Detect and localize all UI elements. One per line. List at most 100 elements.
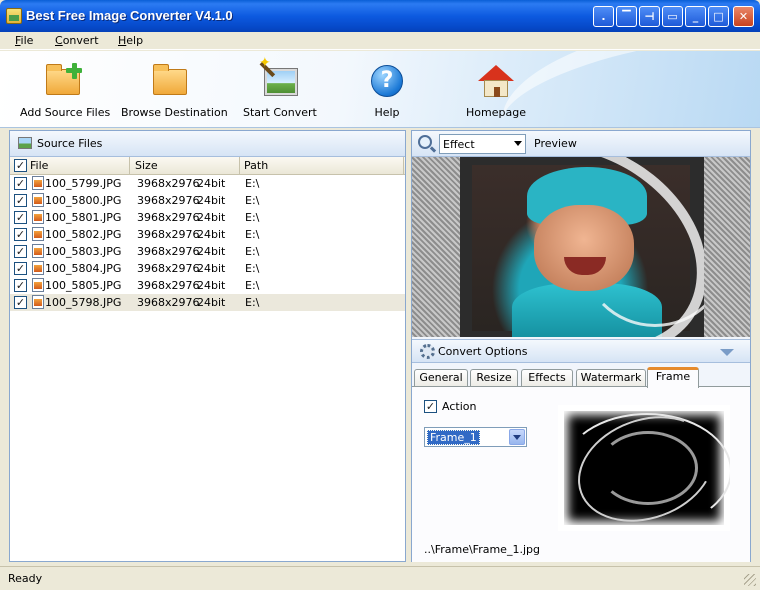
file-depth: 24bit bbox=[197, 177, 226, 190]
menu-bar: File Convert Help bbox=[0, 32, 760, 50]
menu-help[interactable]: Help bbox=[118, 34, 143, 47]
row-checkbox[interactable]: ✓ bbox=[14, 177, 27, 190]
file-row[interactable]: ✓ 100_5804.JPG 3968x2976 24bit E:\ bbox=[10, 260, 405, 277]
file-name: 100_5799.JPG bbox=[45, 177, 122, 190]
file-path: E:\ bbox=[245, 245, 260, 258]
tray-icon[interactable]: ⊣ bbox=[639, 6, 660, 27]
dropdown-arrow-icon[interactable] bbox=[509, 429, 525, 445]
title-bar: Best Free Image Converter V4.1.0 . ▔ ⊣ ▭… bbox=[0, 0, 760, 32]
file-depth: 24bit bbox=[197, 194, 226, 207]
maximize-button[interactable]: □ bbox=[708, 6, 729, 27]
magic-wand-picture-icon: ✦ bbox=[259, 55, 299, 99]
frame-thumbnail bbox=[558, 405, 730, 531]
row-checkbox[interactable]: ✓ bbox=[14, 279, 27, 292]
column-size[interactable]: Size bbox=[135, 159, 158, 172]
select-all-checkbox[interactable]: ✓ bbox=[14, 159, 27, 172]
file-depth: 24bit bbox=[197, 245, 226, 258]
tab-watermark[interactable]: Watermark bbox=[576, 369, 646, 387]
row-checkbox[interactable]: ✓ bbox=[14, 296, 27, 309]
file-path: E:\ bbox=[245, 228, 260, 241]
effect-dropdown-value: Effect bbox=[443, 138, 475, 151]
preview-area bbox=[412, 157, 750, 337]
file-depth: 24bit bbox=[197, 296, 226, 309]
toolbar: Add Source Files Browse Destination ✦ St… bbox=[0, 51, 760, 128]
file-row-selected[interactable]: ✓ 100_5798.JPG 3968x2976 24bit E:\ bbox=[10, 294, 405, 311]
action-checkbox[interactable]: ✓ bbox=[424, 400, 437, 413]
file-depth: 24bit bbox=[197, 262, 226, 275]
file-depth: 24bit bbox=[197, 279, 226, 292]
effect-dropdown[interactable]: Effect bbox=[439, 134, 526, 154]
window-title: Best Free Image Converter V4.1.0 bbox=[26, 8, 233, 23]
menu-convert[interactable]: Convert bbox=[55, 34, 99, 47]
file-name: 100_5801.JPG bbox=[45, 211, 122, 224]
help-button[interactable]: ? Help bbox=[362, 51, 412, 127]
browse-destination-label: Browse Destination bbox=[121, 106, 228, 119]
add-source-files-button[interactable]: Add Source Files bbox=[20, 51, 110, 127]
convert-options-header[interactable]: Convert Options bbox=[412, 339, 750, 363]
row-checkbox[interactable]: ✓ bbox=[14, 245, 27, 258]
file-name: 100_5802.JPG bbox=[45, 228, 122, 241]
column-divider[interactable] bbox=[129, 157, 130, 175]
file-row[interactable]: ✓ 100_5802.JPG 3968x2976 24bit E:\ bbox=[10, 226, 405, 243]
homepage-button[interactable]: Homepage bbox=[466, 51, 526, 127]
row-checkbox[interactable]: ✓ bbox=[14, 262, 27, 275]
resize-grip-icon[interactable] bbox=[744, 574, 756, 586]
file-row[interactable]: ✓ 100_5799.JPG 3968x2976 24bit E:\ bbox=[10, 175, 405, 192]
folder-icon bbox=[153, 63, 189, 99]
file-row[interactable]: ✓ 100_5801.JPG 3968x2976 24bit E:\ bbox=[10, 209, 405, 226]
frame-file-path: ..\Frame\Frame_1.jpg bbox=[424, 543, 540, 556]
column-file[interactable]: File bbox=[30, 159, 48, 172]
help-question-icon[interactable]: . bbox=[593, 6, 614, 27]
jpg-file-icon bbox=[32, 176, 44, 190]
file-name: 100_5803.JPG bbox=[45, 245, 122, 258]
source-files-title: Source Files bbox=[37, 137, 103, 150]
frame-dropdown[interactable]: Frame_1 bbox=[424, 427, 527, 447]
collapse-chevron-icon[interactable] bbox=[720, 349, 734, 356]
image-icon bbox=[18, 137, 32, 149]
compact-mode-icon[interactable]: ▭ bbox=[662, 6, 683, 27]
add-folder-icon bbox=[46, 63, 82, 99]
file-name: 100_5800.JPG bbox=[45, 194, 122, 207]
status-text: Ready bbox=[8, 572, 43, 585]
start-convert-button[interactable]: ✦ Start Convert bbox=[243, 51, 317, 127]
column-divider[interactable] bbox=[239, 157, 240, 175]
file-size: 3968x2976 bbox=[137, 228, 200, 241]
menu-convert-label: onvert bbox=[62, 34, 99, 47]
status-bar: Ready bbox=[0, 566, 760, 590]
tab-resize[interactable]: Resize bbox=[470, 369, 518, 387]
frame-tab-content: ✓ Action Frame_1 ..\Frame\Frame_1.jpg bbox=[412, 386, 750, 562]
file-size: 3968x2976 bbox=[137, 279, 200, 292]
file-row[interactable]: ✓ 100_5800.JPG 3968x2976 24bit E:\ bbox=[10, 192, 405, 209]
source-files-panel: Source Files ✓ File Size Path ✓ 100_5799… bbox=[9, 130, 406, 562]
minimize-button[interactable]: _ bbox=[685, 6, 706, 27]
tab-frame[interactable]: Frame bbox=[647, 367, 699, 388]
browse-destination-button[interactable]: Browse Destination bbox=[121, 51, 228, 127]
file-name: 100_5804.JPG bbox=[45, 262, 122, 275]
column-path[interactable]: Path bbox=[244, 159, 268, 172]
file-path: E:\ bbox=[245, 296, 260, 309]
row-checkbox[interactable]: ✓ bbox=[14, 211, 27, 224]
file-path: E:\ bbox=[245, 279, 260, 292]
tab-general[interactable]: General bbox=[414, 369, 468, 387]
jpg-file-icon bbox=[32, 278, 44, 292]
preview-options-panel: Effect Preview Convert Options General R… bbox=[411, 130, 751, 562]
tab-effects[interactable]: Effects bbox=[521, 369, 573, 387]
menu-help-label: elp bbox=[126, 34, 144, 47]
menu-file-label: ile bbox=[20, 34, 34, 47]
jpg-file-icon bbox=[32, 210, 44, 224]
home-icon bbox=[478, 63, 514, 99]
file-depth: 24bit bbox=[197, 211, 226, 224]
file-row[interactable]: ✓ 100_5803.JPG 3968x2976 24bit E:\ bbox=[10, 243, 405, 260]
gear-icon bbox=[420, 344, 435, 359]
row-checkbox[interactable]: ✓ bbox=[14, 228, 27, 241]
column-divider[interactable] bbox=[403, 157, 404, 175]
menu-convert-mnemonic: C bbox=[55, 34, 63, 47]
close-button[interactable]: ✕ bbox=[733, 6, 754, 27]
row-checkbox[interactable]: ✓ bbox=[14, 194, 27, 207]
pin-top-icon[interactable]: ▔ bbox=[616, 6, 637, 27]
file-size: 3968x2976 bbox=[137, 211, 200, 224]
file-row[interactable]: ✓ 100_5805.JPG 3968x2976 24bit E:\ bbox=[10, 277, 405, 294]
file-size: 3968x2976 bbox=[137, 262, 200, 275]
start-convert-label: Start Convert bbox=[243, 106, 317, 119]
menu-file[interactable]: File bbox=[15, 34, 33, 47]
